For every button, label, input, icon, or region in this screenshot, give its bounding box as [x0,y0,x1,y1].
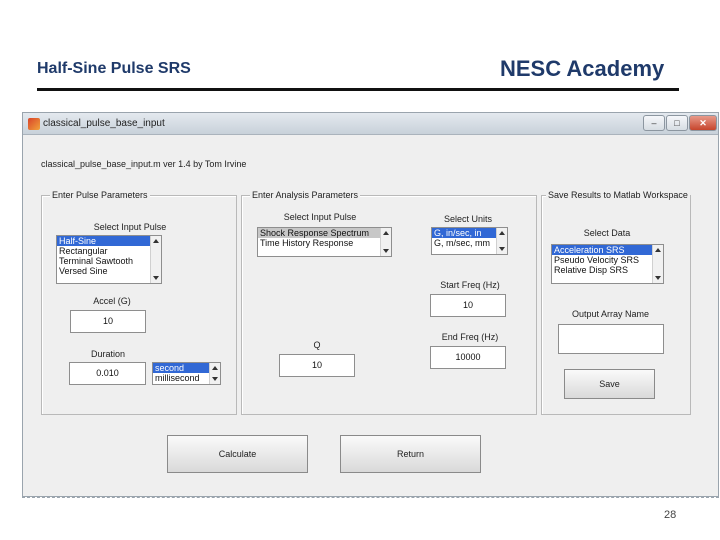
window-title: classical_pulse_base_input [43,118,165,129]
maximize-button[interactable]: □ [666,115,688,131]
list-item[interactable]: Shock Response Spectrum [258,228,391,238]
scroll-up-icon[interactable] [212,366,218,370]
list-item[interactable]: Time History Response [258,238,391,248]
analysis-parameters-title: Enter Analysis Parameters [250,190,361,200]
save-button[interactable]: Save [564,369,655,399]
slide-divider [37,88,679,91]
page-number: 28 [664,509,677,521]
scroll-down-icon[interactable] [655,276,661,280]
listbox-scrollbar[interactable] [209,363,220,384]
accel-input[interactable]: 10 [70,310,146,333]
close-button[interactable]: ✕ [689,115,717,131]
list-item[interactable]: Half-Sine [57,236,161,246]
analysis-type-listbox[interactable]: Shock Response Spectrum Time History Res… [257,227,392,257]
select-data-label: Select Data [583,228,631,238]
scroll-down-icon[interactable] [383,249,389,253]
slide-brand: NESC Academy [500,56,665,81]
return-button[interactable]: Return [340,435,481,473]
data-select-listbox[interactable]: Acceleration SRS Pseudo Velocity SRS Rel… [551,244,664,284]
scroll-down-icon[interactable] [212,377,218,381]
pulse-type-listbox[interactable]: Half-Sine Rectangular Terminal Sawtooth … [56,235,162,284]
listbox-scrollbar[interactable] [380,228,391,256]
minimize-button[interactable]: – [643,115,665,131]
pulse-select-label: Select Input Pulse [93,222,167,232]
q-input[interactable]: 10 [279,354,355,377]
pulse-parameters-panel: Enter Pulse Parameters Select Input Puls… [41,190,237,415]
calculate-button[interactable]: Calculate [167,435,308,473]
end-freq-label: End Freq (Hz) [441,332,499,342]
list-item[interactable]: Terminal Sawtooth [57,256,161,266]
save-results-title: Save Results to Matlab Workspace [546,190,690,200]
output-array-label: Output Array Name [571,309,650,319]
scroll-up-icon[interactable] [655,248,661,252]
scroll-up-icon[interactable] [153,239,159,243]
listbox-scrollbar[interactable] [496,228,507,254]
start-freq-label: Start Freq (Hz) [440,280,500,290]
scroll-up-icon[interactable] [383,231,389,235]
duration-units-listbox[interactable]: second millisecond [152,362,221,385]
list-item[interactable]: Rectangular [57,246,161,256]
slide-title: Half-Sine Pulse SRS [37,60,191,77]
matlab-app-icon [28,118,40,130]
scroll-down-icon[interactable] [153,276,159,280]
version-text: classical_pulse_base_input.m ver 1.4 by … [41,159,247,169]
list-item[interactable]: Relative Disp SRS [552,265,663,275]
end-freq-input[interactable]: 10000 [430,346,506,369]
listbox-scrollbar[interactable] [652,245,663,283]
scroll-up-icon[interactable] [499,231,505,235]
list-item[interactable]: Pseudo Velocity SRS [552,255,663,265]
scroll-down-icon[interactable] [499,247,505,251]
window-titlebar[interactable]: classical_pulse_base_input – □ ✕ [23,113,718,135]
list-item[interactable]: Versed Sine [57,266,161,276]
duration-label: Duration [90,349,126,359]
units-label: Select Units [443,214,493,224]
accel-label: Accel (G) [93,296,131,306]
save-results-panel: Save Results to Matlab Workspace Select … [541,190,691,415]
list-item[interactable]: Acceleration SRS [552,245,663,255]
q-label: Q [313,340,321,350]
analysis-select-label: Select Input Pulse [283,212,357,222]
listbox-scrollbar[interactable] [150,236,161,283]
pulse-parameters-title: Enter Pulse Parameters [50,190,150,200]
window-bottom-edge [22,497,719,498]
duration-input[interactable]: 0.010 [69,362,146,385]
output-array-input[interactable] [558,324,664,354]
units-listbox[interactable]: G, in/sec, in G, m/sec, mm [431,227,508,255]
analysis-parameters-panel: Enter Analysis Parameters Select Input P… [241,190,537,415]
matlab-dialog-window: classical_pulse_base_input – □ ✕ classic… [22,112,719,497]
start-freq-input[interactable]: 10 [430,294,506,317]
